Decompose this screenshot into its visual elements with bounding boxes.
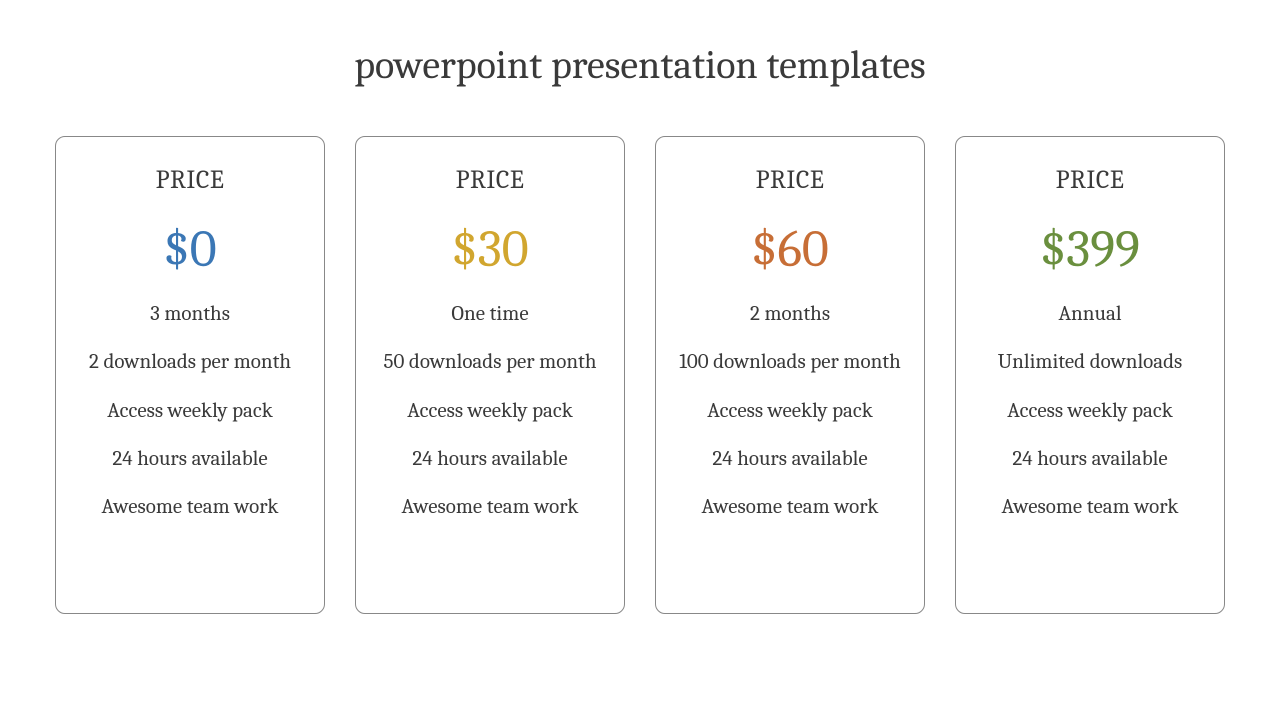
card-feature: 24 hours available: [74, 446, 306, 472]
card-feature: One time: [374, 301, 606, 327]
card-feature: Awesome team work: [974, 494, 1206, 520]
card-feature: Access weekly pack: [674, 398, 906, 424]
card-price: $60: [674, 223, 906, 275]
card-feature: Unlimited downloads: [974, 349, 1206, 375]
card-feature: Access weekly pack: [974, 398, 1206, 424]
pricing-cards-row: PRICE $0 3 months 2 downloads per month …: [0, 136, 1280, 614]
pricing-card-1: PRICE $30 One time 50 downloads per mont…: [355, 136, 625, 614]
card-feature: Awesome team work: [374, 494, 606, 520]
card-feature: 2 downloads per month: [74, 349, 306, 375]
page-title: powerpoint presentation templates: [0, 0, 1280, 136]
card-label: PRICE: [74, 165, 306, 195]
card-label: PRICE: [374, 165, 606, 195]
card-feature: 50 downloads per month: [374, 349, 606, 375]
card-feature: 24 hours available: [974, 446, 1206, 472]
card-feature: 24 hours available: [674, 446, 906, 472]
card-feature: 100 downloads per month: [674, 349, 906, 375]
card-feature: 2 months: [674, 301, 906, 327]
card-price: $399: [974, 223, 1206, 275]
card-label: PRICE: [974, 165, 1206, 195]
card-feature: Access weekly pack: [374, 398, 606, 424]
card-feature: Access weekly pack: [74, 398, 306, 424]
card-feature: 24 hours available: [374, 446, 606, 472]
card-feature: Annual: [974, 301, 1206, 327]
pricing-card-2: PRICE $60 2 months 100 downloads per mon…: [655, 136, 925, 614]
card-label: PRICE: [674, 165, 906, 195]
card-feature: Awesome team work: [74, 494, 306, 520]
card-feature: 3 months: [74, 301, 306, 327]
pricing-card-3: PRICE $399 Annual Unlimited downloads Ac…: [955, 136, 1225, 614]
card-price: $30: [374, 223, 606, 275]
card-feature: Awesome team work: [674, 494, 906, 520]
card-price: $0: [74, 223, 306, 275]
pricing-card-0: PRICE $0 3 months 2 downloads per month …: [55, 136, 325, 614]
